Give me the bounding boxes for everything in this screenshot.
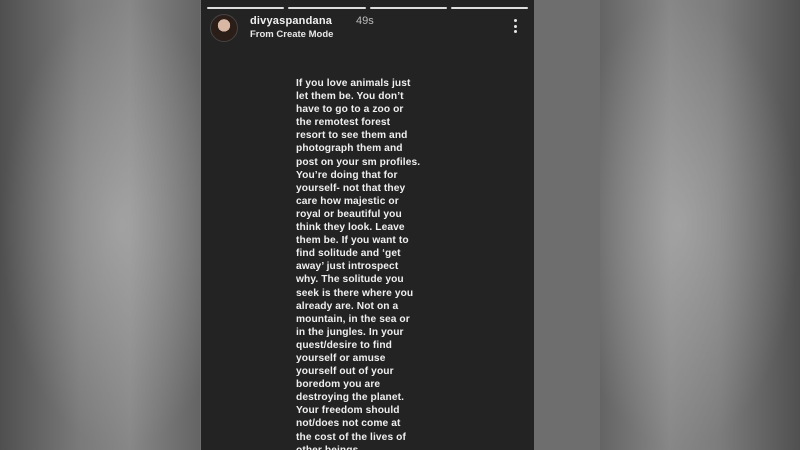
blurred-background-right (600, 0, 800, 450)
story-viewer: divyaspandana 49s From Create Mode If yo… (0, 0, 800, 450)
menu-dot (513, 19, 517, 22)
blurred-background-left (0, 0, 200, 450)
progress-segment (369, 7, 447, 9)
story-time: 49s (356, 15, 374, 27)
story-card[interactable]: divyaspandana 49s From Create Mode If yo… (201, 0, 534, 450)
progress-segment (288, 7, 366, 9)
story-progress-bar (207, 7, 528, 9)
progress-segment (207, 7, 285, 9)
story-subtitle: From Create Mode (250, 29, 334, 40)
username[interactable]: divyaspandana (250, 15, 332, 27)
avatar[interactable] (210, 14, 238, 42)
more-options-icon[interactable] (511, 19, 519, 33)
menu-dot (513, 24, 517, 28)
progress-segment (450, 7, 528, 9)
story-text: If you love animals just let them be. Yo… (296, 78, 421, 450)
story-header: divyaspandana 49s From Create Mode (210, 14, 524, 42)
menu-dot (513, 30, 517, 33)
